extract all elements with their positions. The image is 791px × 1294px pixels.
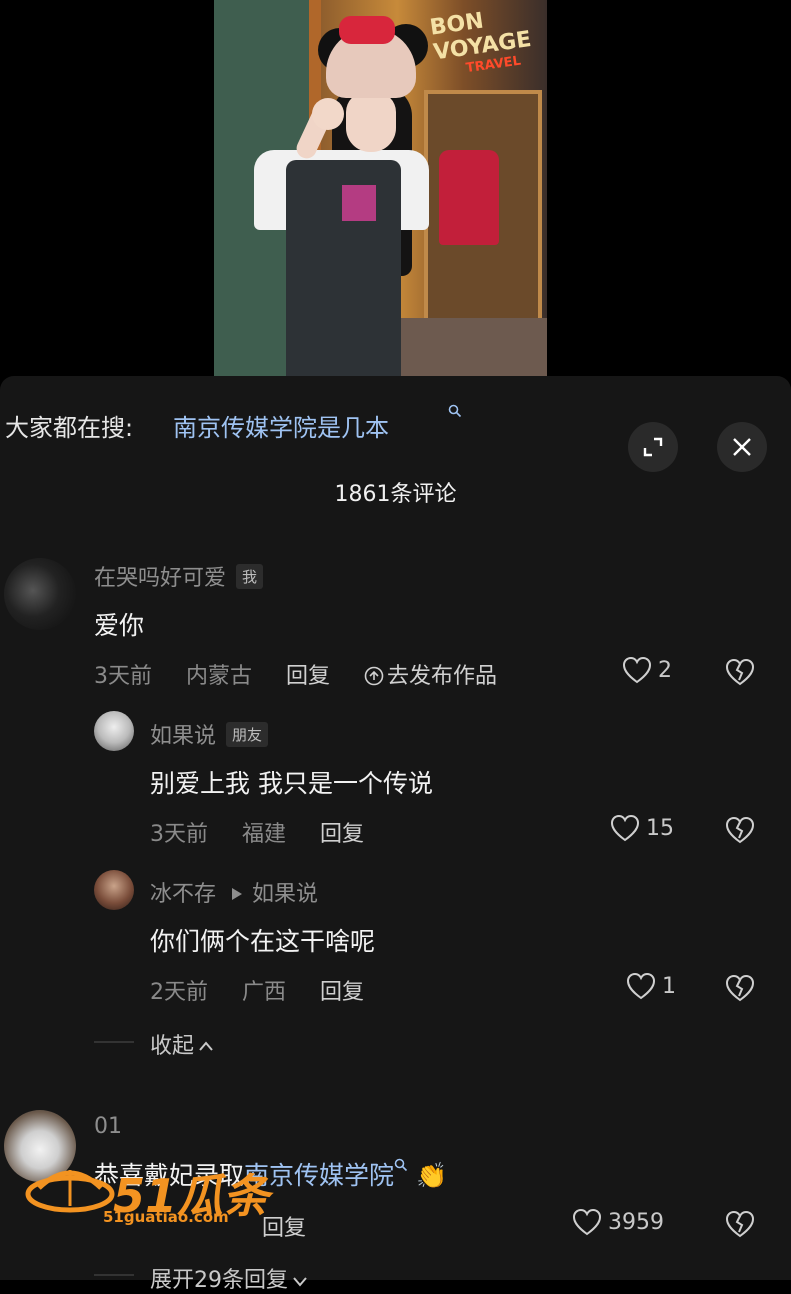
upload-icon (364, 666, 384, 686)
video-hat-bow (339, 16, 395, 44)
search-suggestion-link[interactable]: 南京传媒学院是几本 (173, 408, 389, 443)
reply-meta: 2天前 广西 回复 (150, 974, 398, 1006)
watermark-logo-icon (25, 1170, 115, 1213)
collapse-label: 收起 (150, 1034, 195, 1059)
comment-username[interactable]: 在哭吗好可爱 (94, 566, 226, 591)
comment-user-1[interactable]: 在哭吗好可爱我 (94, 560, 264, 592)
like-button[interactable]: 1 (626, 972, 676, 1000)
close-icon (733, 438, 751, 456)
expand-replies-button[interactable]: 展开29条回复 (150, 1262, 308, 1294)
comments-panel: 大家都在搜: 南京传媒学院是几本 1861条评论 在哭吗好可爱我 爱你 3天前 内… (0, 376, 791, 1293)
comment-meta: 3天前 内蒙古 回复 去发布作品 (94, 658, 531, 690)
reply-location: 广西 (242, 980, 287, 1005)
chevron-down-icon (293, 1277, 307, 1287)
video-person-tie (342, 185, 376, 221)
search-suggestion-bar[interactable]: 大家都在搜: 南京传媒学院是几本 (0, 398, 791, 472)
expand-icon (643, 437, 663, 457)
like-count: 3959 (608, 1209, 664, 1235)
video-person-face (346, 92, 396, 152)
reply-to-username[interactable]: 如果说 (252, 882, 318, 907)
watermark: 51瓜条 51guatiao.com (25, 1148, 275, 1238)
reply-username[interactable]: 冰不存 (150, 882, 216, 907)
reply-button[interactable]: 回复 (320, 822, 364, 847)
video-person-hand (312, 98, 344, 130)
broken-heart-icon[interactable] (724, 816, 756, 844)
collapse-replies-button[interactable]: 收起 (150, 1028, 214, 1060)
video-step (399, 318, 547, 376)
publish-work-label: 去发布作品 (387, 664, 498, 689)
comment-time: 3天前 (94, 664, 152, 689)
expand-replies-label: 展开29条回复 (150, 1268, 288, 1293)
reply-user-2[interactable]: 冰不存 如果说 (150, 876, 318, 908)
divider (94, 1274, 134, 1276)
search-prefix: 大家都在搜: (5, 414, 134, 442)
like-count: 1 (662, 973, 676, 999)
heart-icon (622, 656, 652, 684)
comment-count: 1861条评论 (334, 482, 457, 507)
reply-time: 3天前 (150, 822, 208, 847)
search-icon (394, 1158, 408, 1172)
reply-username[interactable]: 如果说 (150, 724, 216, 749)
reply-button[interactable]: 回复 (320, 980, 364, 1005)
like-count: 15 (646, 815, 674, 841)
reply-button[interactable]: 回复 (286, 664, 330, 689)
reply-text: 你们俩个在这干啥呢 (150, 927, 376, 956)
video-red-dress (439, 150, 499, 245)
reply-meta: 3天前 福建 回复 (150, 816, 398, 848)
like-count: 2 (658, 657, 672, 683)
like-button[interactable]: 2 (622, 656, 672, 684)
reply-location: 福建 (242, 822, 287, 847)
video-frame[interactable]: BON VOYAGE TRAVEL (214, 0, 547, 376)
broken-heart-icon[interactable] (724, 658, 756, 686)
avatar[interactable] (4, 558, 76, 630)
divider (94, 1041, 134, 1043)
like-button[interactable]: 3959 (572, 1208, 664, 1236)
comment-location: 内蒙古 (186, 664, 253, 689)
self-tag: 我 (236, 564, 264, 589)
broken-heart-icon[interactable] (724, 974, 756, 1002)
heart-icon (626, 972, 656, 1000)
video-player[interactable]: BON VOYAGE TRAVEL (0, 0, 791, 376)
expand-button[interactable] (628, 422, 678, 472)
heart-icon (610, 814, 640, 842)
close-button[interactable] (717, 422, 767, 472)
avatar[interactable] (94, 711, 134, 751)
like-button[interactable]: 15 (610, 814, 674, 842)
broken-heart-icon[interactable] (724, 1210, 756, 1238)
chevron-up-icon (199, 1041, 213, 1051)
search-icon (448, 404, 462, 418)
friend-tag: 朋友 (226, 722, 269, 747)
comment-text: 爱你 (94, 611, 145, 640)
reply-time: 2天前 (150, 980, 208, 1005)
reply-arrow-icon (232, 888, 243, 900)
reply-user-1[interactable]: 如果说 朋友 (150, 718, 269, 750)
video-shop-sign: BON VOYAGE TRAVEL (428, 1, 545, 76)
reply-text: 别爱上我 我只是一个传说 (150, 769, 433, 798)
clap-emoji: 👏 (416, 1161, 448, 1190)
comment-username[interactable]: 01 (94, 1114, 122, 1139)
heart-icon (572, 1208, 602, 1236)
publish-work-button[interactable]: 去发布作品 (364, 664, 497, 689)
watermark-url: 51guatiao.com (103, 1208, 229, 1226)
avatar[interactable] (94, 870, 134, 910)
